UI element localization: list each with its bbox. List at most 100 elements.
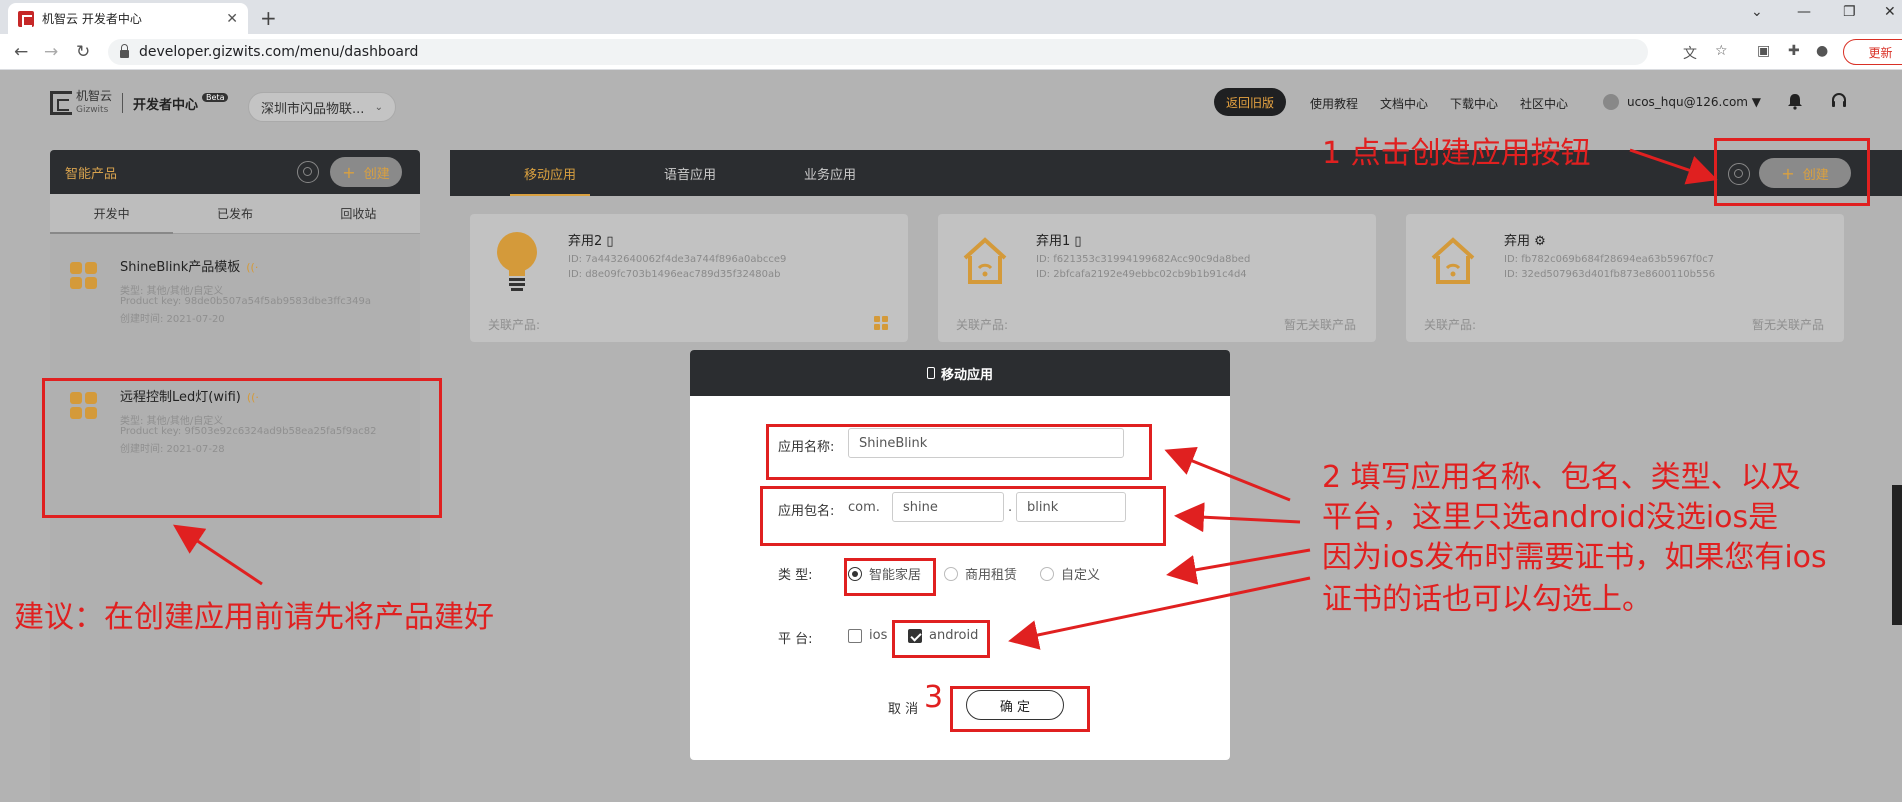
gizwits-logo[interactable]: 机智云 Gizwits 开发者中心 Beta: [50, 89, 229, 116]
product-grid-icon: [70, 262, 98, 290]
create-product-button[interactable]: + 创建: [330, 157, 402, 187]
tab-search-icon[interactable]: ⌄: [1751, 4, 1763, 20]
link-downloads[interactable]: 下载中心: [1450, 95, 1498, 112]
highlight-product-item: [42, 378, 442, 518]
platform-option-label: ios: [869, 628, 888, 643]
product-panel-title: 智能产品: [65, 166, 118, 182]
maximize-icon[interactable]: ❐: [1843, 4, 1856, 20]
logo-text: 机智云: [76, 89, 113, 103]
phone-icon: ▯: [1074, 234, 1082, 249]
new-tab-icon[interactable]: +: [260, 6, 277, 30]
gizwits-favicon-icon: [18, 10, 34, 27]
address-bar: ← → ↻ developer.gizwits.com/menu/dashboa…: [0, 34, 1902, 70]
bookmark-star-icon[interactable]: ☆: [1715, 43, 1728, 59]
headset-icon[interactable]: [1830, 92, 1848, 110]
highlight-create-app-button: [1714, 138, 1870, 206]
update-button[interactable]: 更新: [1843, 39, 1902, 65]
phone-icon: ▯: [606, 234, 614, 249]
related-products-label: 关联产品:: [1424, 318, 1477, 332]
app-type-label: 类 型:: [778, 568, 813, 583]
logo-divider: [122, 93, 124, 113]
avatar: [1603, 94, 1619, 110]
application-tabs: 移动应用 语音应用 业务应用 + 创建: [450, 150, 1902, 196]
product-panel-header: 智能产品 + 创建: [50, 150, 420, 194]
tab-mobile-apps[interactable]: 移动应用: [480, 150, 620, 196]
product-grid-icon: [874, 316, 888, 330]
tab-published[interactable]: 已发布: [173, 194, 296, 233]
gizwits-logo-icon: [50, 91, 72, 115]
annotation-step2-line4: 证书的话也可以勾选上。: [1322, 582, 1652, 617]
link-tutorial[interactable]: 使用教程: [1310, 95, 1358, 112]
smart-home-icon: [963, 237, 1007, 284]
highlight-app-name-field: [766, 424, 1152, 480]
app-card[interactable]: 弃用2 ▯ ID: 7a4432640062f4de3a744f896a0abc…: [470, 214, 908, 342]
cancel-button[interactable]: 取 消: [888, 698, 918, 717]
create-product-label: 创建: [363, 166, 390, 182]
app-secret: ID: 2bfcafa2192e49ebbc02cb9b1b91c4d4: [1036, 269, 1247, 280]
dialog-header: 移动应用: [690, 350, 1230, 396]
url-text: developer.gizwits.com/menu/dashboard: [139, 44, 419, 60]
close-tab-icon[interactable]: ✕: [226, 11, 238, 27]
minimize-icon[interactable]: —: [1797, 4, 1811, 20]
annotation-step3: 3: [924, 680, 944, 715]
related-products-label: 关联产品:: [956, 318, 1009, 332]
wifi-icon: ((·: [246, 261, 259, 274]
extension-icon[interactable]: ▣: [1757, 43, 1770, 59]
annotation-step2-line2: 平台，这里只选android没选ios是: [1322, 500, 1779, 535]
platform-checkbox-ios[interactable]: ios: [848, 628, 887, 643]
org-select-value: 深圳市闪品物联...: [261, 101, 365, 117]
url-field[interactable]: developer.gizwits.com/menu/dashboard: [108, 39, 1648, 65]
browser-tab[interactable]: 机智云 开发者中心 ✕: [8, 3, 248, 34]
product-item[interactable]: ShineBlink产品模板 ((· 类型: 其他/其他/自定义 Product …: [70, 252, 400, 352]
annotation-step1: 1 点击创建应用按钮: [1322, 136, 1591, 171]
app-secret: ID: 32ed507963d401fb873e8600110b556: [1504, 269, 1716, 280]
dialog-title: 移动应用: [940, 367, 993, 383]
app-id: ID: 7a4432640062f4de3a744f896a0abcce9: [568, 254, 787, 265]
highlight-android-checkbox: [892, 620, 990, 658]
annotation-step2-line1: 2 填写应用名称、包名、类型、以及: [1322, 460, 1801, 495]
related-products-label: 关联产品:: [488, 318, 541, 332]
product-name: ShineBlink产品模板: [120, 260, 241, 275]
tab-recycle-bin[interactable]: 回收站: [297, 194, 420, 233]
no-related-products: 暂无关联产品: [1283, 318, 1356, 332]
side-feedback-tab[interactable]: [1892, 485, 1902, 625]
translate-icon[interactable]: 文: [1683, 43, 1697, 63]
product-tabs: 开发中 已发布 回收站: [50, 194, 420, 234]
tab-in-development[interactable]: 开发中: [50, 194, 174, 234]
highlight-package-name-field: [760, 486, 1166, 546]
reload-icon[interactable]: ↻: [76, 42, 90, 62]
product-key: Product key: 98de0b507a54f5ab9583dbe3ffc…: [120, 296, 371, 307]
close-window-icon[interactable]: ✕: [1884, 4, 1896, 20]
app-name: 弃用: [1504, 234, 1531, 249]
tab-voice-apps[interactable]: 语音应用: [620, 150, 760, 196]
search-icon[interactable]: [297, 161, 319, 183]
app-name: 弃用2: [568, 234, 603, 249]
link-docs[interactable]: 文档中心: [1380, 95, 1428, 112]
type-option-label: 自定义: [1061, 568, 1101, 583]
type-radio-custom[interactable]: 自定义: [1040, 564, 1100, 583]
app-name: 弃用1: [1036, 234, 1071, 249]
platform-label: 平 台:: [778, 632, 813, 647]
tab-business-apps[interactable]: 业务应用: [760, 150, 900, 196]
user-menu[interactable]: ucos_hqu@126.com ▼: [1603, 94, 1761, 110]
back-icon[interactable]: ←: [14, 42, 28, 62]
app-id: ID: f621353c31994199682Acc90c9da8bed: [1036, 254, 1251, 265]
app-id: ID: fb782c069b684f28694ea63b5967f0c7: [1504, 254, 1715, 265]
app-secret: ID: d8e09fc703b1496eac789d35f32480ab: [568, 269, 781, 280]
type-radio-commercial-rental[interactable]: 商用租赁: [944, 564, 1017, 583]
forward-icon[interactable]: →: [44, 42, 58, 62]
bell-icon[interactable]: [1786, 92, 1804, 110]
beta-badge: Beta: [202, 92, 229, 102]
app-card[interactable]: 弃用 ⚙ ID: fb782c069b684f28694ea63b5967f0c…: [1406, 214, 1844, 342]
profile-icon[interactable]: ●: [1816, 43, 1828, 59]
org-select[interactable]: 深圳市闪品物联... ⌄: [248, 92, 396, 122]
highlight-smart-home-radio: [844, 558, 936, 596]
annotation-step2-line3: 因为ios发布时需要证书，如果您有ios: [1322, 540, 1827, 575]
browser-tab-title: 机智云 开发者中心: [42, 12, 142, 26]
puzzle-icon[interactable]: ✚: [1788, 43, 1800, 59]
back-to-old-version-button[interactable]: 返回旧版: [1214, 88, 1286, 116]
app-card[interactable]: 弃用1 ▯ ID: f621353c31994199682Acc90c9da8b…: [938, 214, 1376, 342]
link-community[interactable]: 社区中心: [1520, 95, 1568, 112]
user-email: ucos_hqu@126.com ▼: [1627, 95, 1762, 109]
annotation-advice: 建议：在创建应用前请先将产品建好: [14, 600, 494, 635]
